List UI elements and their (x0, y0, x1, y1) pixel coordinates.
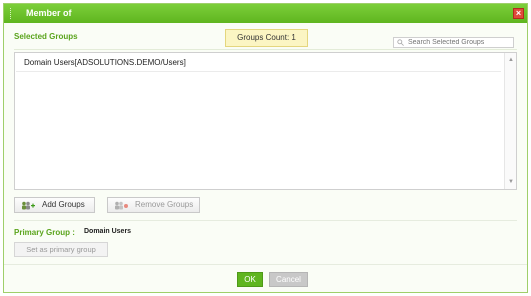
drag-grip[interactable] (10, 8, 12, 19)
set-primary-group-button[interactable]: Set as primary group (14, 242, 108, 257)
search-input[interactable] (408, 38, 513, 47)
search-icon (397, 39, 404, 46)
dialog-title: Member of (26, 8, 72, 18)
remove-groups-label: Remove Groups (135, 200, 194, 209)
add-groups-label: Add Groups (42, 200, 85, 209)
remove-groups-button[interactable]: Remove Groups (107, 197, 200, 213)
search-selected-groups[interactable] (393, 37, 514, 48)
list-scrollbar[interactable]: ▲ ▼ (504, 53, 516, 189)
divider (14, 49, 517, 50)
group-remove-icon (115, 201, 128, 210)
dialog-title-bar[interactable]: Member of × (4, 4, 527, 23)
selected-groups-list[interactable]: Domain Users[ADSOLUTIONS.DEMO/Users] ▲ ▼ (14, 52, 517, 190)
footer-divider (4, 264, 527, 265)
add-groups-button[interactable]: Add Groups (14, 197, 95, 213)
cancel-button[interactable]: Cancel (269, 272, 308, 287)
ok-button[interactable]: OK (237, 272, 263, 287)
member-of-dialog: Member of × Selected Groups Groups Count… (3, 3, 528, 293)
primary-group-label: Primary Group : (14, 228, 75, 237)
scroll-up-icon[interactable]: ▲ (508, 57, 514, 63)
primary-group-value: Domain Users (84, 228, 132, 235)
scroll-down-icon[interactable]: ▼ (508, 179, 514, 185)
divider (14, 220, 517, 221)
groups-count-badge: Groups Count: 1 (225, 29, 308, 47)
group-add-icon (22, 201, 35, 210)
list-item[interactable]: Domain Users[ADSOLUTIONS.DEMO/Users] (16, 54, 501, 72)
close-icon[interactable]: × (513, 8, 524, 19)
selected-groups-label: Selected Groups (14, 32, 78, 41)
